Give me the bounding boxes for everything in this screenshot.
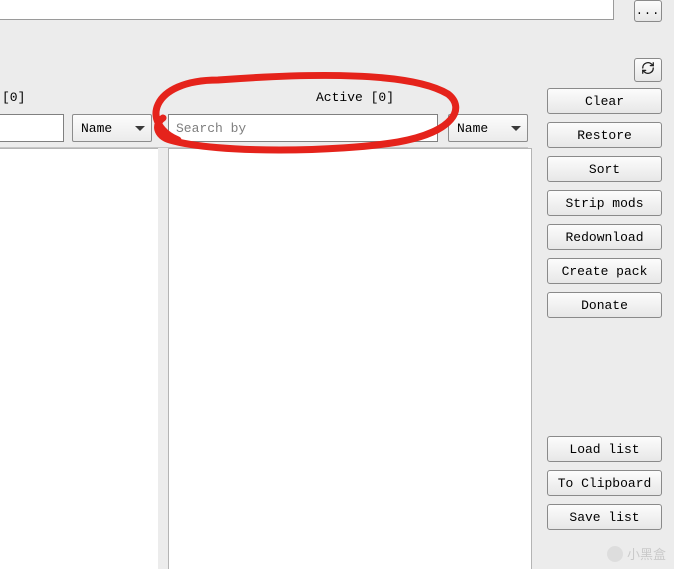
clear-button[interactable]: Clear	[547, 88, 662, 114]
redownload-button[interactable]: Redownload	[547, 224, 662, 250]
restore-button[interactable]: Restore	[547, 122, 662, 148]
donate-button[interactable]: Donate	[547, 292, 662, 318]
path-field[interactable]	[0, 0, 614, 20]
chevron-down-icon	[135, 126, 145, 131]
sort-dropdown-inactive[interactable]: Name	[72, 114, 152, 142]
list-button-column: Load list To Clipboard Save list	[547, 436, 662, 530]
watermark-text: 小黑盒	[627, 544, 666, 563]
top-toolbar: ...	[0, 0, 674, 27]
to-clipboard-button[interactable]: To Clipboard	[547, 470, 662, 496]
sort-dropdown-label: Name	[457, 121, 488, 136]
panel-gutter	[158, 148, 167, 569]
action-button-column: Clear Restore Sort Strip mods Redownload…	[547, 88, 662, 318]
create-pack-button[interactable]: Create pack	[547, 258, 662, 284]
save-list-button[interactable]: Save list	[547, 504, 662, 530]
browse-button[interactable]: ...	[634, 0, 662, 22]
strip-mods-button[interactable]: Strip mods	[547, 190, 662, 216]
watermark: 小黑盒	[607, 544, 666, 563]
sort-dropdown-label: Name	[81, 121, 112, 136]
load-list-button[interactable]: Load list	[547, 436, 662, 462]
search-input-inactive[interactable]	[0, 114, 64, 142]
active-header: Active [0]	[316, 90, 394, 105]
refresh-button[interactable]	[634, 58, 662, 82]
refresh-icon	[641, 61, 655, 79]
chevron-down-icon	[511, 126, 521, 131]
inactive-list-panel[interactable]	[0, 148, 159, 569]
sort-dropdown-active[interactable]: Name	[448, 114, 528, 142]
search-input-active[interactable]	[168, 114, 438, 142]
watermark-logo-icon	[607, 546, 623, 562]
active-list-panel[interactable]	[168, 148, 532, 569]
inactive-header: [0]	[2, 90, 25, 105]
ellipsis-icon: ...	[636, 4, 661, 18]
secondary-toolbar	[0, 26, 674, 52]
sort-button[interactable]: Sort	[547, 156, 662, 182]
